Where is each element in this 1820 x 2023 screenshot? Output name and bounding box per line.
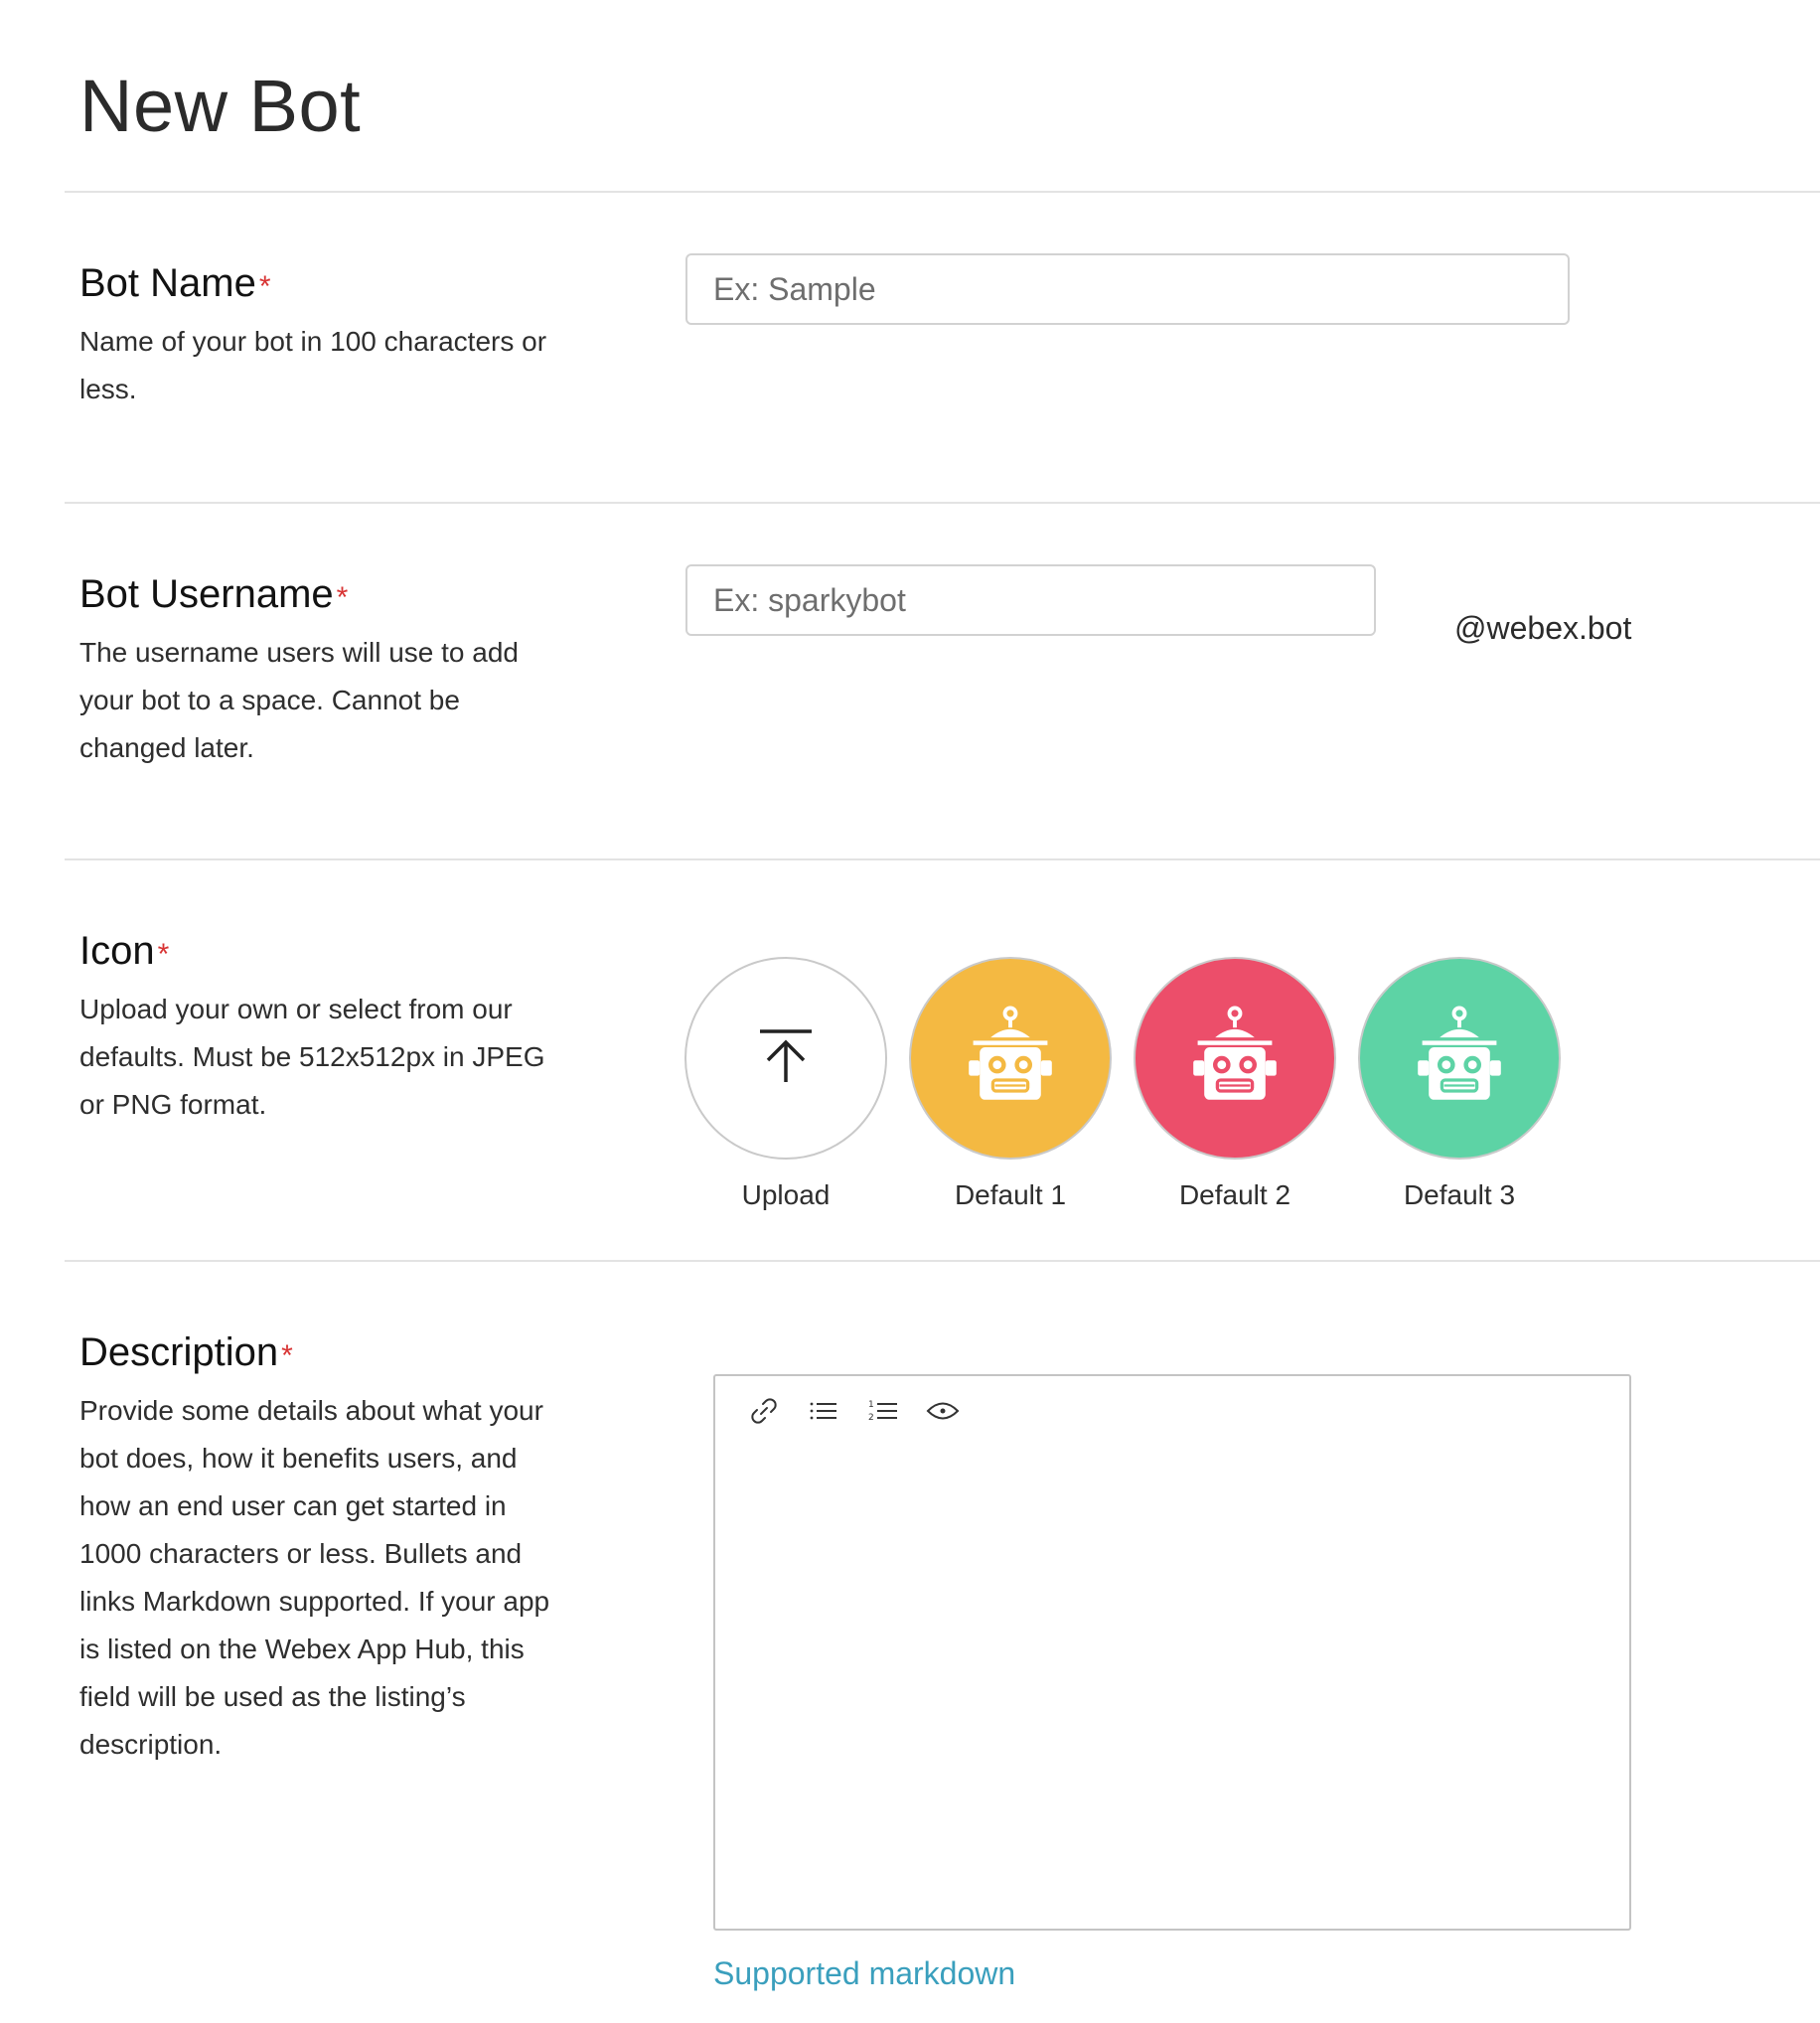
required-asterisk: * xyxy=(336,581,349,614)
icon-option-default-1[interactable]: Default 1 xyxy=(909,957,1112,1213)
required-asterisk: * xyxy=(281,1339,293,1372)
section-divider xyxy=(65,1260,1820,1262)
svg-text:2: 2 xyxy=(868,1413,874,1423)
required-asterisk: * xyxy=(157,938,170,971)
link-icon xyxy=(751,1398,777,1424)
bot-name-title: Bot Name * xyxy=(79,261,271,305)
robot-icon xyxy=(1193,1006,1277,1100)
default-2-icon-button[interactable] xyxy=(1134,957,1336,1160)
editor-toolbar: 1 2 xyxy=(747,1394,960,1428)
bot-name-input[interactable] xyxy=(685,253,1570,325)
bulleted-list-icon xyxy=(810,1402,836,1420)
description-label-group: Description * Provide some details about … xyxy=(79,1328,556,1769)
icon-description: Upload your own or select from our defau… xyxy=(79,994,545,1120)
numbered-list-icon: 1 2 xyxy=(868,1400,897,1423)
numbered-list-button[interactable]: 1 2 xyxy=(866,1394,900,1428)
preview-button[interactable] xyxy=(926,1394,960,1428)
required-asterisk: * xyxy=(258,270,271,303)
upload-icon-button[interactable] xyxy=(684,957,887,1160)
bot-username-description: The username users will use to add your … xyxy=(79,637,519,763)
preview-eye-icon xyxy=(926,1402,960,1420)
upload-arrow-icon xyxy=(760,1029,812,1082)
icon-option-label: Default 3 xyxy=(1403,1179,1516,1210)
username-domain-suffix: @webex.bot xyxy=(1454,610,1632,646)
bot-username-title: Bot Username * xyxy=(79,572,349,616)
description-editor: 1 2 xyxy=(713,1374,1631,1931)
bulleted-list-button[interactable] xyxy=(807,1394,840,1428)
icon-label-group: Icon * Upload your own or select from our… xyxy=(79,927,556,1129)
description-title: Description * xyxy=(79,1330,293,1374)
supported-markdown-link[interactable]: Supported markdown xyxy=(713,1951,1015,1995)
section-divider xyxy=(65,858,1820,860)
insert-link-button[interactable] xyxy=(747,1394,781,1428)
bot-name-description: Name of your bot in 100 characters or le… xyxy=(79,326,547,404)
svg-text:1: 1 xyxy=(868,1400,874,1410)
icon-option-label: Default 2 xyxy=(1178,1179,1291,1210)
section-divider xyxy=(65,191,1820,193)
page-title: New Bot xyxy=(79,64,362,147)
section-divider xyxy=(65,502,1820,504)
icon-option-label: Default 1 xyxy=(954,1179,1067,1210)
icon-title: Icon * xyxy=(79,929,170,973)
robot-icon xyxy=(969,1006,1052,1100)
robot-icon xyxy=(1418,1006,1501,1100)
icon-option-upload[interactable]: Upload xyxy=(684,957,887,1213)
icon-option-label: Upload xyxy=(741,1179,831,1210)
default-1-icon-button[interactable] xyxy=(909,957,1112,1160)
description-textarea[interactable] xyxy=(739,1446,1605,1909)
bot-name-label-group: Bot Name * Name of your bot in 100 charac… xyxy=(79,259,556,413)
default-3-icon-button[interactable] xyxy=(1358,957,1561,1160)
icon-option-default-3[interactable]: Default 3 xyxy=(1358,957,1561,1213)
icon-option-default-2[interactable]: Default 2 xyxy=(1134,957,1336,1213)
description-help-text: Provide some details about what your bot… xyxy=(79,1395,550,1760)
bot-username-input[interactable] xyxy=(685,564,1376,636)
bot-username-label-group: Bot Username * The username users will us… xyxy=(79,570,556,772)
